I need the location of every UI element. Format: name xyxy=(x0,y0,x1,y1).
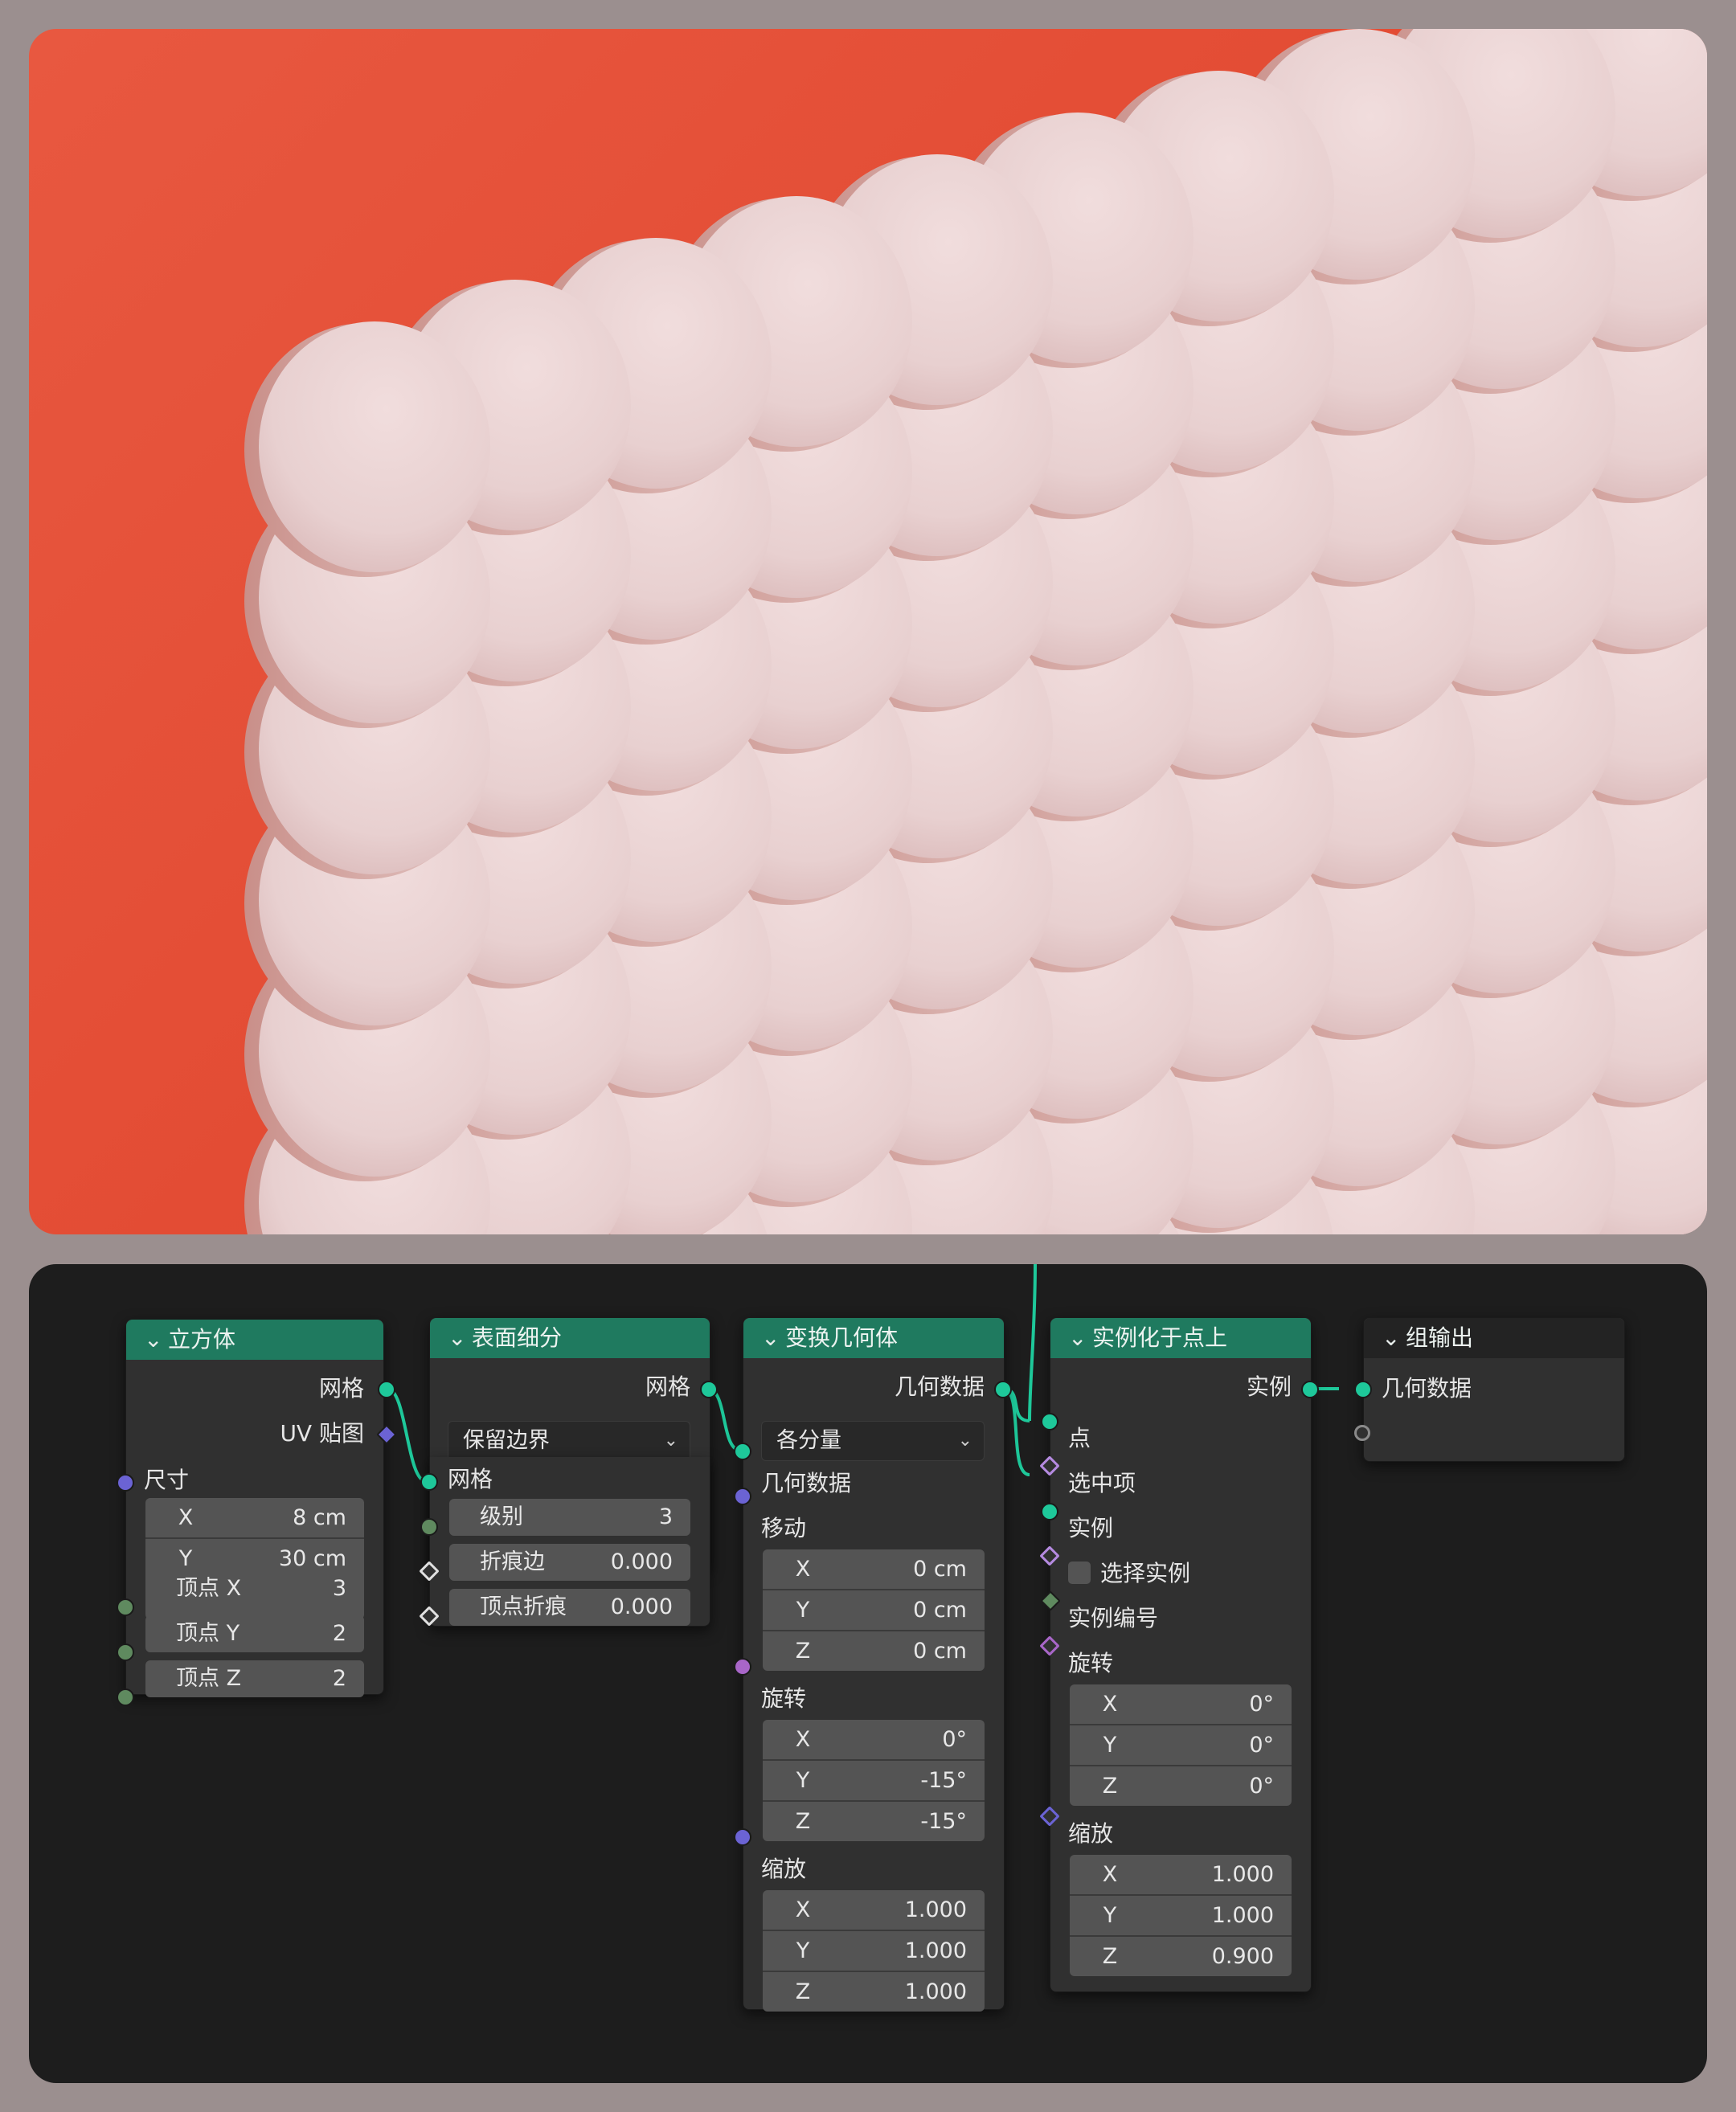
node-title: 表面细分 xyxy=(472,1324,563,1351)
rotation-label: 旋转 xyxy=(1068,1650,1114,1676)
vector-component[interactable]: Y 1.000 xyxy=(763,1931,985,1972)
vertices-x-field[interactable]: 顶点 X3 xyxy=(145,1570,364,1607)
instance-label: 实例 xyxy=(1068,1515,1114,1541)
mode-dropdown[interactable]: 各分量 ⌄ xyxy=(761,1421,985,1461)
node-header[interactable]: ⌄ 组输出 xyxy=(1364,1318,1624,1358)
chevron-down-icon: ⌄ xyxy=(957,1431,972,1451)
scale-vector[interactable]: X 1.000 Y 1.000 Z 0.900 xyxy=(1070,1855,1292,1976)
vector-component[interactable]: X 0° xyxy=(1070,1684,1292,1725)
socket-vertices-y[interactable] xyxy=(117,1643,134,1661)
vector-component[interactable]: X0 cm xyxy=(763,1549,985,1590)
node-title: 变换几何体 xyxy=(785,1324,899,1351)
vector-component[interactable]: Y 1.000 xyxy=(1070,1896,1292,1937)
vertices-z-field[interactable]: 顶点 Z2 xyxy=(145,1660,364,1697)
vector-component[interactable]: Y 0° xyxy=(1070,1725,1292,1766)
size-label: 尺寸 xyxy=(144,1467,190,1493)
socket-mesh-input[interactable] xyxy=(420,1473,438,1491)
selection-label: 选中项 xyxy=(1068,1470,1136,1496)
node-title: 实例化于点上 xyxy=(1092,1324,1228,1351)
viewport-render xyxy=(29,29,1707,1234)
input-geometry-label: 几何数据 xyxy=(1382,1375,1472,1402)
node-header[interactable]: ⌄ 表面细分 xyxy=(430,1318,710,1358)
node-title: 立方体 xyxy=(168,1326,236,1353)
chevron-down-icon[interactable]: ⌄ xyxy=(761,1318,785,1358)
output-mesh-label: 网格 xyxy=(645,1373,690,1400)
rotation-vector[interactable]: X 0° Y -15° Z -15° xyxy=(763,1720,985,1841)
socket-level-input[interactable] xyxy=(420,1518,438,1536)
node-header[interactable]: ⌄ 实例化于点上 xyxy=(1050,1318,1311,1358)
vector-component[interactable]: Z0 cm xyxy=(763,1631,985,1671)
socket-vertices-z[interactable] xyxy=(117,1688,134,1706)
vector-component[interactable]: X 1.000 xyxy=(1070,1855,1292,1896)
node-instance-on-points[interactable]: ⌄ 实例化于点上 实例 点 选中项 实例 选择实例 实例编号 旋转 X 0° Y 0°… xyxy=(1050,1317,1312,1992)
socket-scale-input[interactable] xyxy=(734,1828,751,1846)
scale-vector[interactable]: X 1.000 Y 1.000 Z 1.000 xyxy=(763,1890,985,2012)
translation-vector[interactable]: X0 cm Y0 cm Z0 cm xyxy=(763,1549,985,1671)
vector-component[interactable]: Y -15° xyxy=(763,1761,985,1802)
level-field[interactable]: 级别 3 xyxy=(449,1499,690,1536)
points-label: 点 xyxy=(1068,1425,1091,1451)
instance-index-label: 实例编号 xyxy=(1068,1605,1159,1631)
socket-instance-input[interactable] xyxy=(1041,1503,1058,1521)
vector-component[interactable]: Z -15° xyxy=(763,1802,985,1841)
scale-label: 缩放 xyxy=(1068,1820,1114,1847)
pick-instance-row[interactable]: 选择实例 xyxy=(1050,1557,1311,1590)
node-transform-geometry[interactable]: ⌄ 变换几何体 几何数据 各分量 ⌄ 几何数据 移动 X0 cm Y0 cm Z0 … xyxy=(743,1317,1005,2012)
vector-component[interactable]: X 1.000 xyxy=(763,1890,985,1931)
scale-label: 缩放 xyxy=(761,1856,807,1882)
node-subdivision-lower: 网格 级别 3 折痕边 0.000 顶点折痕 0.000 xyxy=(429,1457,710,1627)
rotation-label: 旋转 xyxy=(761,1685,807,1712)
socket-geometry-input[interactable] xyxy=(734,1443,751,1460)
socket-instances-output[interactable] xyxy=(1301,1381,1319,1398)
output-geometry-label: 几何数据 xyxy=(894,1373,985,1400)
vector-component[interactable]: X8 cm xyxy=(145,1498,364,1539)
vector-component[interactable]: X 0° xyxy=(763,1720,985,1761)
pick-instance-checkbox[interactable] xyxy=(1068,1561,1091,1584)
socket-geometry-input[interactable] xyxy=(1354,1381,1372,1398)
vector-component[interactable]: Z 0° xyxy=(1070,1766,1292,1806)
scale-pattern-render xyxy=(244,29,1707,1234)
socket-translation-input[interactable] xyxy=(734,1488,751,1505)
socket-size-input[interactable] xyxy=(117,1474,134,1492)
scale-disc xyxy=(259,321,490,572)
rotation-vector[interactable]: X 0° Y 0° Z 0° xyxy=(1070,1684,1292,1806)
vector-component[interactable]: Z 0.900 xyxy=(1070,1937,1292,1976)
node-header[interactable]: ⌄ 变换几何体 xyxy=(743,1318,1004,1358)
socket-empty-input[interactable] xyxy=(1354,1425,1370,1441)
socket-vertices-x[interactable] xyxy=(117,1598,134,1616)
node-header[interactable]: ⌄ 立方体 xyxy=(126,1320,383,1360)
input-geometry-label: 几何数据 xyxy=(761,1470,852,1496)
socket-points-input[interactable] xyxy=(1041,1413,1058,1431)
chevron-down-icon[interactable]: ⌄ xyxy=(1382,1318,1406,1358)
chevron-down-icon[interactable]: ⌄ xyxy=(144,1320,168,1360)
chevron-down-icon[interactable]: ⌄ xyxy=(448,1318,472,1358)
output-uv-label: UV 贴图 xyxy=(280,1420,364,1447)
node-editor[interactable]: ⌄立方体 网格 UV 贴图 尺寸 X8 cm Y30 cm Z30 cm 顶点 … xyxy=(29,1264,1707,2083)
socket-rotation-input[interactable] xyxy=(734,1658,751,1676)
socket-geometry-output[interactable] xyxy=(994,1381,1012,1398)
output-instances-label: 实例 xyxy=(1246,1373,1292,1400)
vector-component[interactable]: Y0 cm xyxy=(763,1590,985,1631)
node-cube[interactable]: ⌄立方体 网格 UV 贴图 尺寸 X8 cm Y30 cm Z30 cm 顶点 … xyxy=(125,1319,384,1697)
vertex-crease-field[interactable]: 顶点折痕 0.000 xyxy=(449,1589,690,1626)
vector-component[interactable]: Z 1.000 xyxy=(763,1972,985,2012)
translation-label: 移动 xyxy=(761,1515,807,1541)
uv-smooth-dropdown[interactable]: 保留边界 ⌄ xyxy=(448,1421,690,1461)
vertices-y-field[interactable]: 顶点 Y2 xyxy=(145,1615,364,1652)
socket-mesh-output[interactable] xyxy=(378,1381,395,1398)
input-mesh-label: 网格 xyxy=(448,1466,493,1492)
socket-mesh-output[interactable] xyxy=(700,1381,718,1398)
chevron-down-icon: ⌄ xyxy=(663,1431,678,1451)
chevron-down-icon[interactable]: ⌄ xyxy=(1068,1318,1092,1358)
edge-crease-field[interactable]: 折痕边 0.000 xyxy=(449,1544,690,1581)
node-title: 组输出 xyxy=(1406,1324,1474,1351)
output-mesh-label: 网格 xyxy=(318,1375,364,1402)
node-group-output[interactable]: ⌄ 组输出 几何数据 xyxy=(1363,1317,1625,1462)
